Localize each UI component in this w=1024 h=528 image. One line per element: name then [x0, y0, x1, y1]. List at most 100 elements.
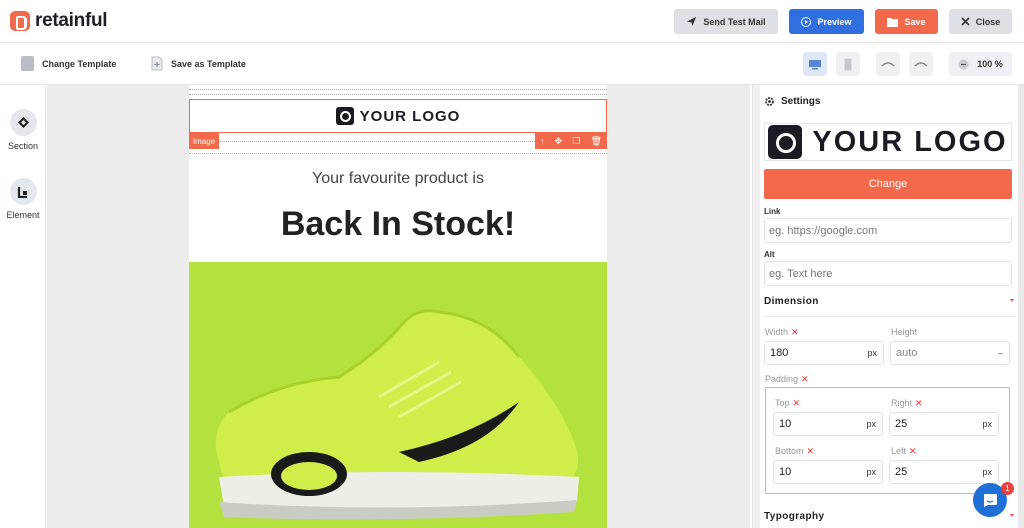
paper-plane-icon	[687, 16, 697, 27]
settings-title: Settings	[764, 96, 820, 107]
email-logo: YOUR LOGO	[335, 107, 461, 125]
padding-group: Top ✕ 10 px Right ✕ 25 px Bottom ✕ 10 px Left ✕…	[765, 387, 1010, 494]
settings-title-text: Settings	[781, 96, 821, 107]
reset-x-icon[interactable]: ✕	[793, 398, 801, 408]
undo-button[interactable]	[876, 52, 900, 76]
section-icon	[9, 109, 37, 136]
zoom-out-icon[interactable]	[958, 59, 969, 70]
redo-icon	[914, 62, 928, 67]
editor-toolbar: Change Template Save as Template 100 %	[0, 44, 1024, 85]
add-document-icon	[151, 56, 163, 71]
chevron-down-icon: –	[997, 348, 1003, 358]
email-subheading: Your favourite product is	[312, 170, 484, 187]
mobile-view-button[interactable]	[836, 52, 860, 76]
folder-icon	[887, 17, 899, 27]
move-up-icon[interactable]: ↑	[540, 136, 545, 146]
height-select[interactable]: auto –	[890, 341, 1010, 365]
padding-left-label: Left ✕	[891, 446, 917, 456]
settings-panel: Settings YOUR LOGO Change Link eg. https…	[752, 85, 1024, 528]
section-divider	[189, 153, 607, 154]
reset-x-icon[interactable]: ✕	[909, 446, 917, 456]
notification-badge: 1	[1001, 482, 1014, 495]
brand: retainful	[10, 10, 108, 32]
product-hero-image[interactable]	[189, 262, 607, 528]
template-icon	[21, 56, 34, 71]
logo-preview: YOUR LOGO	[764, 123, 1012, 161]
logo-preview-text: YOUR LOGO	[812, 125, 1008, 158]
sneaker-image	[215, 309, 579, 520]
send-test-mail-button[interactable]: Send Test Mail	[674, 9, 778, 34]
sidebar-item-section[interactable]: Section	[0, 109, 46, 151]
panel-gutter	[753, 85, 760, 528]
link-input[interactable]: eg. https://google.com	[764, 218, 1012, 243]
settings-content: Settings YOUR LOGO Change Link eg. https…	[762, 85, 1016, 528]
padding-right-input[interactable]: 25 px	[889, 412, 999, 436]
width-input[interactable]: 180 px	[764, 341, 884, 365]
editor-canvas: YOUR LOGO Image ↑ ✥ ❐ 🗑 Your favourite p…	[47, 85, 750, 528]
preview-button[interactable]: Preview	[789, 9, 864, 34]
reset-x-icon[interactable]: ✕	[801, 374, 809, 384]
padding-top-label: Top ✕	[775, 398, 801, 408]
link-label: Link	[764, 207, 781, 216]
padding-bottom-label: Bottom ✕	[775, 446, 815, 456]
sidebar-item-element[interactable]: Element	[0, 178, 46, 220]
undo-icon	[881, 62, 895, 67]
duplicate-icon[interactable]: ❐	[572, 136, 580, 147]
dimension-toggle[interactable]: Dimension	[764, 296, 1016, 307]
zoom-level: 100 %	[977, 59, 1003, 69]
element-icon	[9, 178, 37, 205]
image-block-tag: Image	[189, 133, 219, 149]
email-logo-text: YOUR LOGO	[359, 107, 461, 125]
dimension-heading: Dimension	[764, 296, 819, 307]
width-label: Width ✕	[765, 327, 799, 337]
change-image-button[interactable]: Change	[764, 169, 1012, 199]
section-divider	[189, 94, 607, 95]
reset-x-icon[interactable]: ✕	[807, 446, 815, 456]
save-label: Save	[904, 16, 926, 27]
send-test-mail-label: Send Test Mail	[703, 16, 766, 27]
reset-x-icon[interactable]: ✕	[791, 327, 799, 337]
top-bar: retainful Send Test Mail Preview Save Cl…	[0, 0, 1024, 43]
logo-image-block[interactable]: YOUR LOGO	[189, 99, 607, 133]
retainful-logo-icon	[10, 11, 30, 31]
email-heading: Back In Stock!	[280, 205, 516, 243]
drag-move-icon[interactable]: ✥	[555, 136, 563, 147]
save-as-template-label: Save as Template	[171, 58, 246, 69]
padding-label: Padding ✕	[765, 374, 809, 384]
save-as-template-button[interactable]: Save as Template	[151, 56, 246, 71]
play-circle-icon	[801, 16, 812, 27]
chat-icon	[984, 493, 997, 507]
mobile-icon	[844, 58, 852, 70]
change-template-button[interactable]: Change Template	[21, 56, 116, 71]
section-divider	[189, 89, 607, 90]
logo-mark-icon	[768, 125, 803, 159]
change-template-label: Change Template	[42, 58, 117, 69]
redo-button[interactable]	[909, 52, 933, 76]
chevron-down-icon	[1010, 514, 1014, 517]
email-preview: YOUR LOGO Image ↑ ✥ ❐ 🗑 Your favourite p…	[189, 85, 607, 528]
preview-label: Preview	[817, 16, 852, 27]
padding-left-input[interactable]: 25 px	[889, 460, 999, 484]
padding-bottom-input[interactable]: 10 px	[773, 460, 883, 484]
sidebar-item-label: Element	[6, 210, 40, 220]
section-divider	[219, 141, 535, 142]
height-label: Height	[891, 327, 918, 337]
save-button[interactable]: Save	[875, 9, 938, 34]
typography-heading: Typography	[764, 511, 825, 522]
gear-icon	[765, 97, 774, 106]
alt-label: Alt	[764, 250, 775, 259]
padding-right-label: Right ✕	[891, 398, 923, 408]
alt-input[interactable]: eg. Text here	[764, 261, 1012, 286]
reset-x-icon[interactable]: ✕	[915, 398, 923, 408]
width-unit: px	[867, 348, 877, 358]
left-sidebar: Section Element	[0, 85, 46, 528]
section-divider	[764, 316, 1016, 317]
padding-top-input[interactable]: 10 px	[773, 412, 883, 436]
scrollbar[interactable]	[1018, 85, 1024, 528]
delete-icon[interactable]: 🗑	[591, 136, 602, 147]
close-button[interactable]: Close	[949, 9, 1012, 34]
zoom-control[interactable]: 100 %	[949, 52, 1012, 76]
sidebar-item-label: Section	[7, 141, 39, 151]
desktop-view-button[interactable]	[803, 52, 827, 76]
desktop-icon	[809, 59, 821, 69]
